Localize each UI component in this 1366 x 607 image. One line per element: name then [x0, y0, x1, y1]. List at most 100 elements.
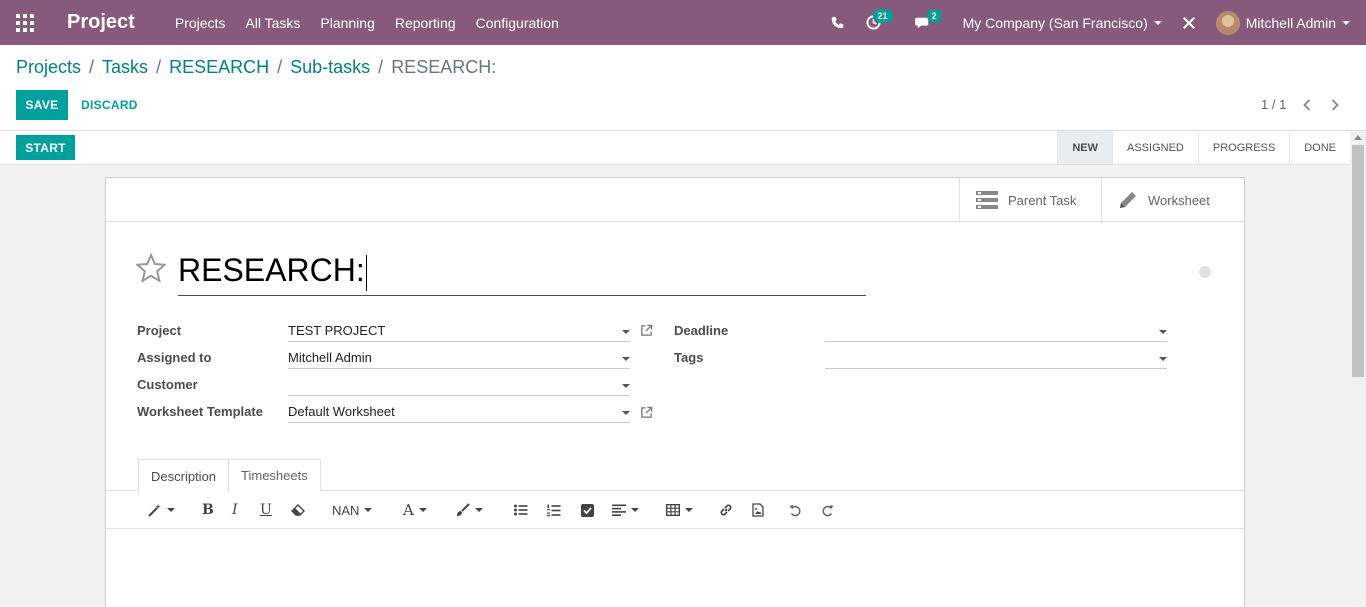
scrollbar-thumb[interactable] — [1352, 145, 1364, 377]
parent-task-icon — [976, 191, 998, 209]
text-cursor — [365, 254, 367, 291]
phone-icon[interactable] — [821, 0, 855, 45]
worksheet-button[interactable]: Worksheet — [1101, 178, 1244, 222]
parent-task-label: Parent Task — [1008, 192, 1077, 208]
worksheet-template-label: Worksheet Template — [137, 404, 263, 419]
font-size-dropdown[interactable]: NAN — [332, 501, 373, 519]
ordered-list-icon[interactable] — [547, 501, 561, 519]
user-name: Mitchell Admin — [1245, 14, 1336, 31]
breadcrumb-separator: / — [156, 57, 162, 77]
paragraph-align-icon[interactable] — [612, 501, 639, 519]
link-icon[interactable] — [719, 501, 733, 519]
breadcrumb-current: RESEARCH: — [391, 57, 497, 77]
chevron-down-icon[interactable] — [622, 330, 630, 334]
activity-clock-icon[interactable]: 21 — [855, 0, 905, 45]
deadline-field[interactable] — [825, 321, 1167, 342]
worksheet-template-value: Default Worksheet — [288, 404, 395, 419]
start-button[interactable]: START — [16, 135, 75, 160]
chevron-down-icon — [685, 508, 693, 512]
unordered-list-icon[interactable] — [514, 501, 528, 519]
stage-assigned[interactable]: ASSIGNED — [1112, 131, 1198, 164]
pager-previous-button[interactable] — [1300, 97, 1314, 113]
stage-done[interactable]: DONE — [1289, 131, 1350, 164]
avatar — [1215, 10, 1240, 35]
pager-value[interactable]: 1 / 1 — [1261, 97, 1286, 112]
chevron-down-icon[interactable] — [622, 357, 630, 361]
app-brand[interactable]: Project — [67, 11, 135, 34]
image-icon[interactable] — [752, 501, 764, 519]
font-color-icon[interactable]: A — [403, 501, 427, 519]
paint-brush-icon[interactable] — [456, 501, 483, 519]
page-scrollbar[interactable] — [1350, 131, 1366, 607]
breadcrumb-separator: / — [277, 57, 283, 77]
chevron-down-icon[interactable] — [622, 411, 630, 415]
chevron-down-icon[interactable] — [1159, 357, 1167, 361]
save-button[interactable]: SAVE — [16, 90, 68, 120]
parent-task-button[interactable]: Parent Task — [959, 178, 1101, 222]
checklist-icon[interactable] — [581, 501, 594, 519]
chevron-down-icon — [631, 508, 639, 512]
activity-count-badge: 21 — [872, 9, 893, 23]
external-link-icon[interactable] — [640, 324, 653, 340]
control-panel: Projects / Tasks / RESEARCH / Sub-tasks … — [0, 45, 1366, 131]
breadcrumb-research[interactable]: RESEARCH — [169, 57, 269, 78]
underline-icon[interactable]: U — [260, 501, 272, 519]
project-value: TEST PROJECT — [288, 323, 386, 338]
message-count-badge: 2 — [926, 9, 942, 23]
menu-item-reporting[interactable]: Reporting — [395, 15, 456, 31]
customer-field[interactable] — [288, 375, 630, 396]
tab-timesheets[interactable]: Timesheets — [228, 459, 321, 491]
undo-icon[interactable] — [789, 501, 802, 519]
kanban-state-indicator[interactable] — [1199, 266, 1211, 278]
chevron-down-icon — [418, 508, 427, 512]
breadcrumb-projects[interactable]: Projects — [16, 57, 81, 78]
stage-progress[interactable]: PROGRESS — [1197, 131, 1289, 164]
discard-button[interactable]: DISCARD — [81, 90, 138, 120]
company-switcher[interactable]: My Company (San Francisco) — [963, 15, 1162, 31]
table-icon[interactable] — [666, 501, 693, 519]
bold-icon[interactable]: B — [202, 501, 214, 519]
top-navbar: Project Projects All Tasks Planning Repo… — [0, 0, 1366, 45]
notebook-tabs: Description Timesheets — [138, 459, 321, 492]
chevron-down-icon — [1342, 20, 1350, 25]
tags-label: Tags — [674, 350, 704, 365]
assigned-to-label: Assigned to — [137, 350, 212, 365]
chevron-down-icon[interactable] — [622, 384, 630, 388]
stage-new[interactable]: NEW — [1057, 131, 1112, 164]
user-menu[interactable]: Mitchell Admin — [1215, 10, 1350, 35]
company-name: My Company (San Francisco) — [962, 14, 1148, 31]
menu-item-planning[interactable]: Planning — [320, 15, 375, 31]
eraser-icon[interactable] — [291, 501, 305, 519]
stage-pipeline: NEW ASSIGNED PROGRESS DONE — [1057, 131, 1350, 164]
chevron-down-icon[interactable] — [1159, 330, 1167, 334]
assigned-to-value: Mitchell Admin — [288, 350, 372, 365]
task-title-input[interactable]: RESEARCH: — [178, 248, 866, 296]
menu-item-configuration[interactable]: Configuration — [476, 15, 559, 31]
breadcrumb-tasks[interactable]: Tasks — [102, 57, 148, 78]
style-magic-wand-icon[interactable] — [148, 501, 175, 519]
menu-item-projects[interactable]: Projects — [175, 15, 226, 31]
status-bar: START NEW ASSIGNED PROGRESS DONE — [0, 131, 1350, 165]
project-field[interactable]: TEST PROJECT — [288, 321, 630, 342]
apps-menu-icon[interactable] — [0, 0, 50, 45]
menu-item-all-tasks[interactable]: All Tasks — [245, 15, 300, 31]
breadcrumb-sub-tasks[interactable]: Sub-tasks — [290, 57, 370, 78]
external-link-icon[interactable] — [640, 406, 653, 422]
main-menu: Projects All Tasks Planning Reporting Co… — [175, 15, 579, 31]
tab-description[interactable]: Description — [138, 459, 230, 492]
worksheet-label: Worksheet — [1148, 192, 1210, 208]
messaging-chat-icon[interactable]: 2 — [905, 0, 951, 45]
chevron-down-icon — [167, 508, 175, 512]
tags-field[interactable] — [825, 348, 1167, 369]
breadcrumb-separator: / — [89, 57, 95, 77]
debug-tools-icon[interactable] — [1162, 0, 1216, 45]
italic-icon[interactable]: I — [232, 501, 238, 519]
editor-toolbar: B I U NAN A — [106, 491, 1244, 529]
pager-next-button[interactable] — [1328, 97, 1342, 113]
scroll-up-arrow-icon[interactable] — [1354, 135, 1362, 140]
customer-label: Customer — [137, 377, 198, 392]
star-icon[interactable] — [135, 252, 167, 286]
worksheet-template-field[interactable]: Default Worksheet — [288, 402, 630, 423]
redo-icon[interactable] — [821, 501, 834, 519]
assigned-to-field[interactable]: Mitchell Admin — [288, 348, 630, 369]
